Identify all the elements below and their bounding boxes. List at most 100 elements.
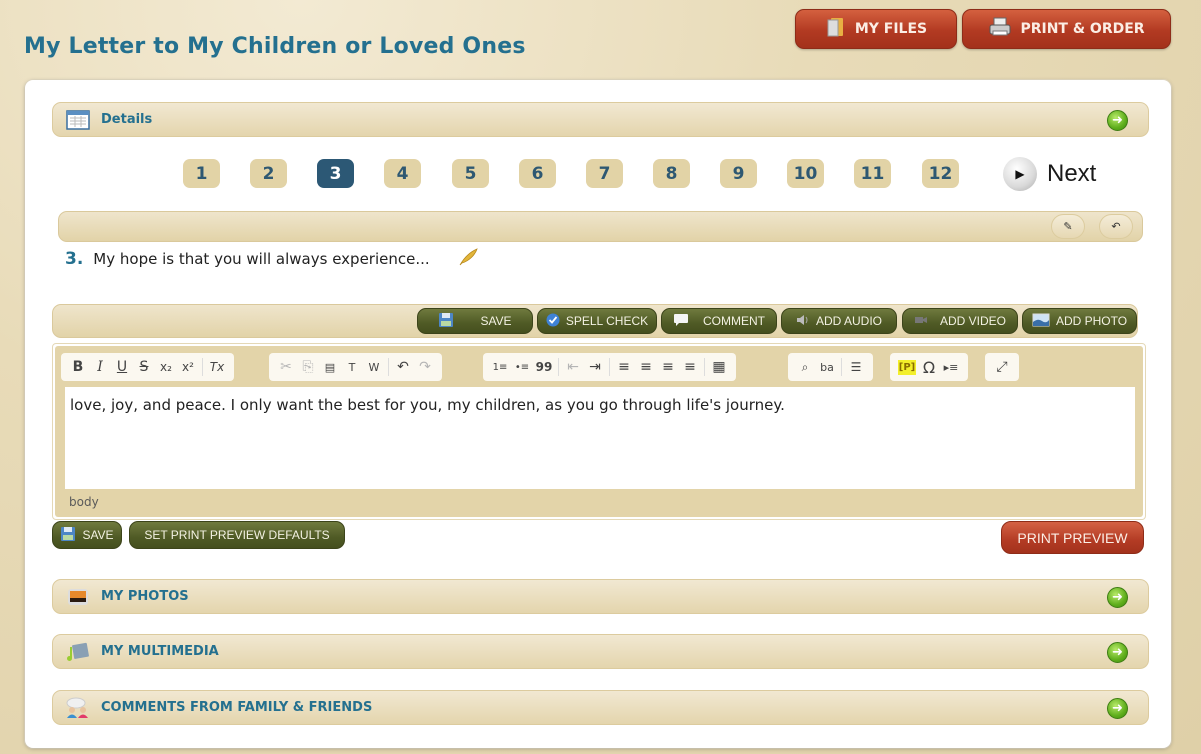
comments-panel-header[interactable]: COMMENTS FROM FAMILY & FRIENDS ➜: [52, 690, 1149, 725]
replace-button[interactable]: ba: [816, 356, 838, 378]
arrow-right-icon[interactable]: ➜: [1107, 110, 1128, 131]
add-audio-label: ADD AUDIO: [815, 314, 882, 328]
page-10-button[interactable]: 10: [787, 159, 824, 188]
letter-card: Details ➜ 1 2 3 4 5 6 7 8 9 10 11 12 ▶ N…: [25, 80, 1171, 748]
page-3-button[interactable]: 3: [317, 159, 354, 188]
align-center-button[interactable]: ≡: [635, 356, 657, 378]
separator: [558, 358, 559, 376]
question-number: 3.: [65, 249, 84, 269]
save-button[interactable]: SAVE: [52, 521, 122, 549]
subscript-button[interactable]: x₂: [155, 356, 177, 378]
video-camera-icon: [914, 314, 928, 329]
numbered-list-button[interactable]: 1≡: [489, 356, 511, 378]
page-7-button[interactable]: 7: [586, 159, 623, 188]
italic-button[interactable]: I: [89, 356, 111, 378]
superscript-button[interactable]: x²: [177, 356, 199, 378]
tools-group: ⤢: [985, 353, 1019, 381]
special-character-button[interactable]: Ω: [918, 356, 940, 378]
printer-icon: [988, 17, 1012, 41]
redo-button[interactable]: ↷: [414, 356, 436, 378]
find-icon[interactable]: ⌕: [794, 356, 816, 378]
my-multimedia-panel-header[interactable]: MY MULTIMEDIA ➜: [52, 634, 1149, 669]
multimedia-icon: [65, 641, 91, 663]
details-label: Details: [101, 112, 153, 127]
page-2-button[interactable]: 2: [250, 159, 287, 188]
undo-button[interactable]: ↶: [392, 356, 414, 378]
remove-format-button[interactable]: Tx: [206, 356, 228, 378]
folder-icon: [825, 16, 847, 42]
my-multimedia-label: MY MULTIMEDIA: [101, 644, 219, 659]
indent-button[interactable]: ⇥: [584, 356, 606, 378]
align-right-button[interactable]: ≡: [657, 356, 679, 378]
add-video-label: ADD VIDEO: [939, 314, 1006, 328]
paste-text-icon[interactable]: T: [341, 356, 363, 378]
play-icon: ▶: [1003, 157, 1037, 191]
separator: [704, 358, 705, 376]
paste-icon[interactable]: ▤: [319, 356, 341, 378]
basic-styles-group: B I U S x₂ x² Tx: [61, 353, 234, 381]
photo-icon: [65, 586, 91, 608]
align-left-button[interactable]: ≡: [613, 356, 635, 378]
my-files-button[interactable]: MY FILES: [795, 9, 957, 49]
editing-group: ⌕ ba ☰: [788, 353, 873, 381]
my-files-label: MY FILES: [854, 21, 928, 37]
outdent-button[interactable]: ⇤: [562, 356, 584, 378]
my-photos-panel-header[interactable]: MY PHOTOS ➜: [52, 579, 1149, 614]
page-break-icon[interactable]: ☰: [845, 356, 867, 378]
page-1-button[interactable]: 1: [183, 159, 220, 188]
details-panel-header[interactable]: Details ➜: [52, 102, 1149, 137]
question-prompt: 3. My hope is that you will always exper…: [65, 248, 478, 270]
undo-icon[interactable]: ↶: [1099, 214, 1133, 239]
table-icon: [65, 109, 91, 131]
cut-icon[interactable]: ✂: [275, 356, 297, 378]
print-and-order-button[interactable]: PRINT & ORDER: [962, 9, 1171, 49]
element-path[interactable]: body: [69, 495, 99, 509]
add-audio-button[interactable]: ADD AUDIO: [781, 308, 897, 334]
picture-icon: [1032, 313, 1050, 330]
spell-check-label: SPELL CHECK: [565, 314, 649, 328]
placeholder-button[interactable]: [P]: [898, 359, 916, 375]
arrow-right-icon[interactable]: ➜: [1107, 698, 1128, 719]
strikethrough-button[interactable]: S: [133, 356, 155, 378]
maximize-button[interactable]: ⤢: [991, 356, 1013, 378]
paste-from-word-icon[interactable]: W: [363, 356, 385, 378]
speech-bubble-icon: [673, 313, 689, 330]
bold-button[interactable]: B: [67, 356, 89, 378]
page-12-button[interactable]: 12: [922, 159, 959, 188]
copy-icon[interactable]: ⎘: [297, 356, 319, 378]
bulleted-list-button[interactable]: •≡: [511, 356, 533, 378]
floppy-disk-icon: [60, 526, 76, 545]
page-9-button[interactable]: 9: [720, 159, 757, 188]
page-6-button[interactable]: 6: [519, 159, 556, 188]
comment-button[interactable]: COMMENT: [661, 308, 777, 334]
page-5-button[interactable]: 5: [452, 159, 489, 188]
separator: [388, 358, 389, 376]
underline-button[interactable]: U: [111, 356, 133, 378]
toolbar-save-button[interactable]: SAVE: [417, 308, 533, 334]
spell-check-button[interactable]: SPELL CHECK: [537, 308, 657, 334]
arrow-right-icon[interactable]: ➜: [1107, 642, 1128, 663]
page-4-button[interactable]: 4: [384, 159, 421, 188]
set-print-preview-defaults-button[interactable]: SET PRINT PREVIEW DEFAULTS: [129, 521, 345, 549]
table-button[interactable]: ▦: [708, 356, 730, 378]
rich-text-editor: B I U S x₂ x² Tx ✂ ⎘ ▤ T W ↶ ↷ 1≡ •≡ 99 …: [52, 343, 1146, 520]
paragraph-group: 1≡ •≡ 99 ⇤ ⇥ ≡ ≡ ≡ ≡ ▦: [483, 353, 736, 381]
add-video-button[interactable]: ADD VIDEO: [902, 308, 1018, 334]
page-11-button[interactable]: 11: [854, 159, 891, 188]
show-blocks-button[interactable]: ▸≡: [940, 356, 962, 378]
comments-label: COMMENTS FROM FAMILY & FRIENDS: [101, 700, 373, 715]
justify-button[interactable]: ≡: [679, 356, 701, 378]
pencil-icon[interactable]: ✎: [1051, 214, 1085, 239]
separator: [609, 358, 610, 376]
blockquote-button[interactable]: 99: [533, 356, 555, 378]
editor-content-area[interactable]: love, joy, and peace. I only want the be…: [65, 387, 1135, 489]
add-photo-button[interactable]: ADD PHOTO: [1022, 308, 1137, 334]
arrow-right-icon[interactable]: ➜: [1107, 587, 1128, 608]
print-preview-button[interactable]: PRINT PREVIEW: [1001, 521, 1144, 554]
people-icon: [65, 697, 91, 719]
toolbar-save-label: SAVE: [480, 314, 512, 328]
clipboard-group: ✂ ⎘ ▤ T W ↶ ↷: [269, 353, 442, 381]
speaker-icon: [796, 313, 810, 330]
page-8-button[interactable]: 8: [653, 159, 690, 188]
next-button[interactable]: ▶ Next: [1003, 157, 1096, 191]
